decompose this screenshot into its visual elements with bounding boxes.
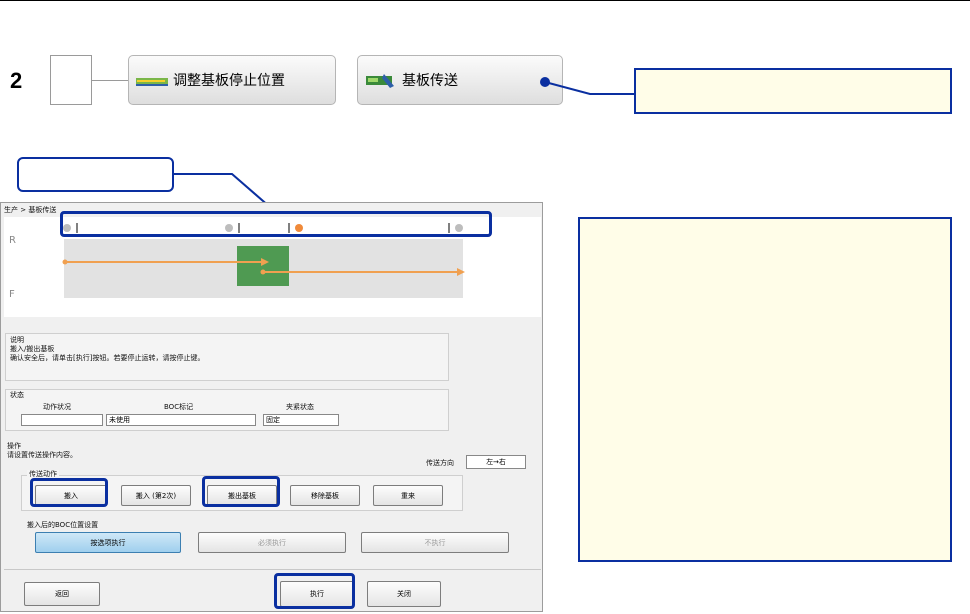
transfer-arrows [62, 258, 465, 276]
step-checkbox [50, 55, 92, 105]
direction-label: 传送方向 [426, 459, 454, 467]
status-header-boc: BOC标记 [164, 403, 194, 411]
carry-in-highlight [30, 478, 108, 507]
step-number: 2 [10, 68, 23, 93]
lane-rear-label: R [9, 235, 16, 246]
description-line1: 搬入/搬出基板 [10, 345, 55, 353]
description-callout-box [578, 217, 952, 562]
operation-instruction: 请设置传送操作内容。 [7, 451, 77, 459]
status-header-operation: 动作状况 [43, 403, 71, 411]
close-button[interactable]: 关闭 [367, 581, 441, 607]
remove-board-button[interactable]: 移除基板 [290, 485, 360, 506]
status-operation-field [21, 414, 103, 426]
footer-divider [4, 569, 541, 570]
board-transfer-icon [364, 70, 398, 90]
execute-highlight [274, 573, 355, 609]
top-rule [0, 0, 970, 1]
boc-must-execute-button[interactable]: 必须执行 [198, 532, 346, 553]
top-callout-box [634, 68, 952, 114]
boc-not-execute-button[interactable]: 不执行 [361, 532, 509, 553]
board-transfer-window: 生产 > 基板传送 R F 说明 搬入/搬出基板 确认安全后，请单击[执行]按钮… [0, 202, 543, 612]
board-transfer-button[interactable]: 基板传送 [357, 55, 563, 105]
direction-value[interactable]: 左→右 [466, 455, 526, 469]
operation-title: 操作 [7, 442, 21, 450]
board-stop-icon [135, 70, 169, 90]
back-button[interactable]: 返回 [24, 582, 100, 606]
status-title: 状态 [10, 391, 24, 399]
timeline-callout-box [17, 157, 174, 192]
adjust-stop-position-button[interactable]: 调整基板停止位置 [128, 55, 336, 105]
status-boc-field: 未使用 [106, 414, 256, 426]
status-clamp-field: 固定 [263, 414, 339, 426]
adjust-stop-position-label: 调整基板停止位置 [173, 73, 285, 89]
boc-setting-label: 搬入后的BOC位置设置 [27, 521, 99, 529]
carry-out-highlight [202, 476, 280, 507]
carry-in-second-button[interactable]: 搬入 (第2次) [121, 485, 191, 506]
retry-button[interactable]: 重来 [373, 485, 443, 506]
lane-front-label: F [9, 289, 15, 300]
description-line2: 确认安全后，请单击[执行]按钮。若要停止运转，请按停止键。 [10, 354, 205, 362]
status-header-clamp: 夹紧状态 [286, 403, 314, 411]
callout-leader-top [540, 77, 635, 95]
connector-line [92, 80, 128, 81]
timeline-highlight [60, 211, 492, 237]
description-title: 说明 [10, 336, 24, 344]
breadcrumb: 生产 > 基板传送 [4, 206, 57, 214]
board-transfer-label: 基板传送 [402, 73, 458, 89]
boc-follow-option-button[interactable]: 按选项执行 [35, 532, 181, 553]
